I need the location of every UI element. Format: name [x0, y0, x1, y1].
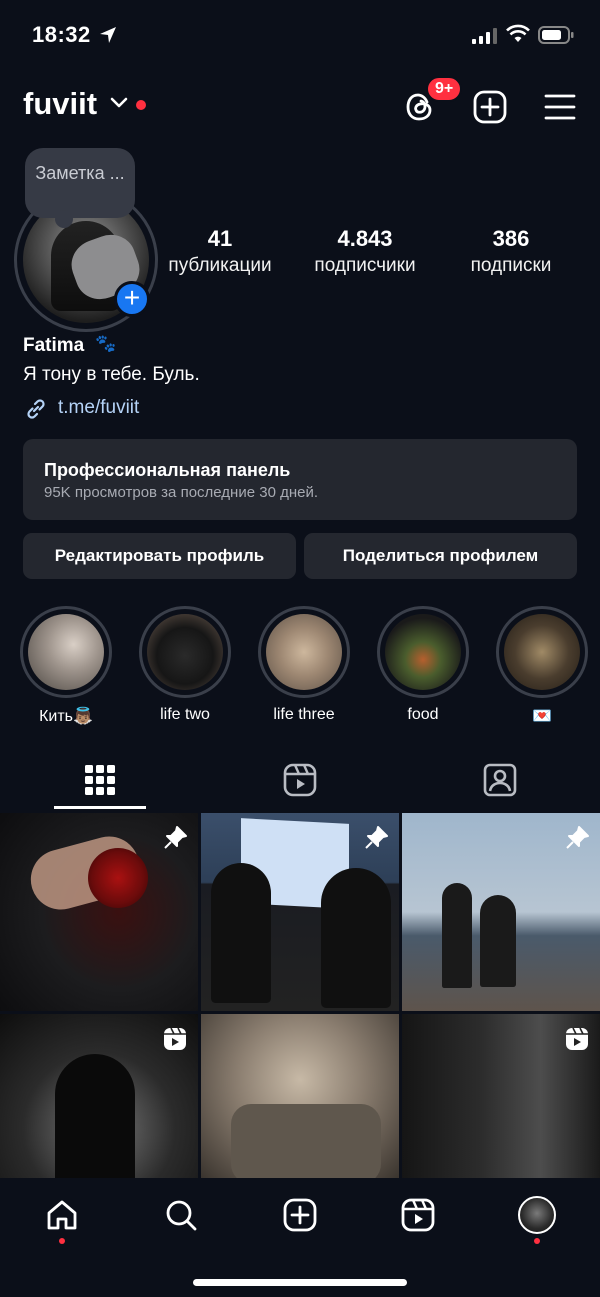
story-highlight[interactable]: life three — [256, 606, 352, 724]
post-thumbnail[interactable] — [402, 1014, 600, 1178]
home-indicator — [193, 1279, 407, 1286]
tagged-icon[interactable] — [482, 762, 518, 798]
pro-panel-subtitle: 95K просмотров за последние 30 дней. — [44, 484, 318, 501]
story-highlight[interactable]: 💌 — [494, 606, 590, 726]
pin-icon — [164, 826, 187, 849]
story-highlight[interactable]: food — [375, 606, 471, 724]
status-bar: 18:32 — [0, 0, 600, 70]
reels-icon[interactable] — [282, 762, 318, 798]
professional-dashboard[interactable]: Профессиональная панель 95K просмотров з… — [23, 439, 577, 520]
reels-icon[interactable] — [401, 1198, 435, 1232]
grid-icon[interactable] — [82, 762, 118, 798]
active-tab-indicator — [54, 806, 146, 809]
stat-value: 41 — [207, 226, 233, 251]
create-icon[interactable] — [283, 1198, 317, 1232]
post-thumbnail[interactable] — [201, 813, 399, 1011]
post-thumbnail[interactable] — [201, 1014, 399, 1178]
wifi-icon — [506, 24, 530, 42]
link-icon — [27, 399, 45, 419]
reels-icon — [566, 1027, 588, 1050]
profile-header: fuviit 9+ — [0, 76, 600, 136]
stat-value: 4.843 — [337, 226, 393, 251]
highlight-label: 💌 — [532, 708, 552, 725]
note-bubble[interactable]: Заметка ... — [25, 148, 135, 228]
cellular-signal-icon — [472, 28, 497, 44]
chevron-down-icon[interactable] — [110, 96, 128, 110]
highlight-cover — [266, 614, 342, 690]
stat-label: публикации — [168, 255, 272, 276]
stat-label: подписчики — [314, 255, 416, 276]
pin-icon — [566, 826, 589, 849]
home-activity-dot — [59, 1238, 65, 1244]
create-post-icon[interactable] — [473, 90, 507, 124]
highlight-cover — [385, 614, 461, 690]
pro-panel-title: Профессиональная панель — [44, 460, 291, 480]
story-highlight[interactable]: life two — [137, 606, 233, 724]
share-profile-button[interactable]: Поделиться профилем — [304, 533, 577, 579]
stat-label: подписки — [470, 255, 552, 276]
profile-name: Fatima — [23, 335, 85, 356]
post-thumbnail[interactable] — [0, 1014, 198, 1178]
paw-emoji: 🐾 — [95, 334, 117, 353]
home-icon[interactable] — [45, 1198, 79, 1232]
profile-link[interactable]: t.me/fuviit — [58, 397, 139, 419]
profile-bio: Я тону в тебе. Буль. — [23, 364, 200, 385]
unread-dot — [136, 100, 146, 110]
profile-activity-dot — [534, 1238, 540, 1244]
stat-posts[interactable]: 41 публикации — [160, 226, 280, 280]
stat-following[interactable]: 386 подписки — [456, 226, 566, 280]
hamburger-menu-icon[interactable] — [544, 92, 576, 122]
highlight-label: life three — [273, 706, 335, 723]
stat-followers[interactable]: 4.843 подписчики — [300, 226, 430, 280]
post-thumbnail[interactable] — [402, 813, 600, 1011]
location-arrow-icon — [100, 27, 116, 43]
add-story-button[interactable]: + — [114, 281, 150, 317]
highlight-cover — [504, 614, 580, 690]
status-time: 18:32 — [32, 22, 91, 47]
pin-icon — [365, 826, 388, 849]
notifications-badge: 9+ — [426, 76, 463, 102]
highlight-cover — [147, 614, 223, 690]
search-icon[interactable] — [164, 1198, 198, 1232]
reels-icon — [164, 1027, 186, 1050]
profile-avatar[interactable] — [518, 1196, 556, 1234]
story-highlight[interactable]: Кить👼🏽 — [18, 606, 114, 726]
highlight-label: Кить👼🏽 — [39, 708, 93, 725]
highlight-cover — [28, 614, 104, 690]
highlight-label: life two — [160, 706, 210, 723]
highlight-label: food — [407, 706, 439, 723]
battery-icon — [538, 26, 574, 44]
stat-value: 386 — [492, 226, 530, 251]
edit-profile-button[interactable]: Редактировать профиль — [23, 533, 296, 579]
username-switcher[interactable]: fuviit — [23, 86, 97, 122]
post-thumbnail[interactable] — [0, 813, 198, 1011]
